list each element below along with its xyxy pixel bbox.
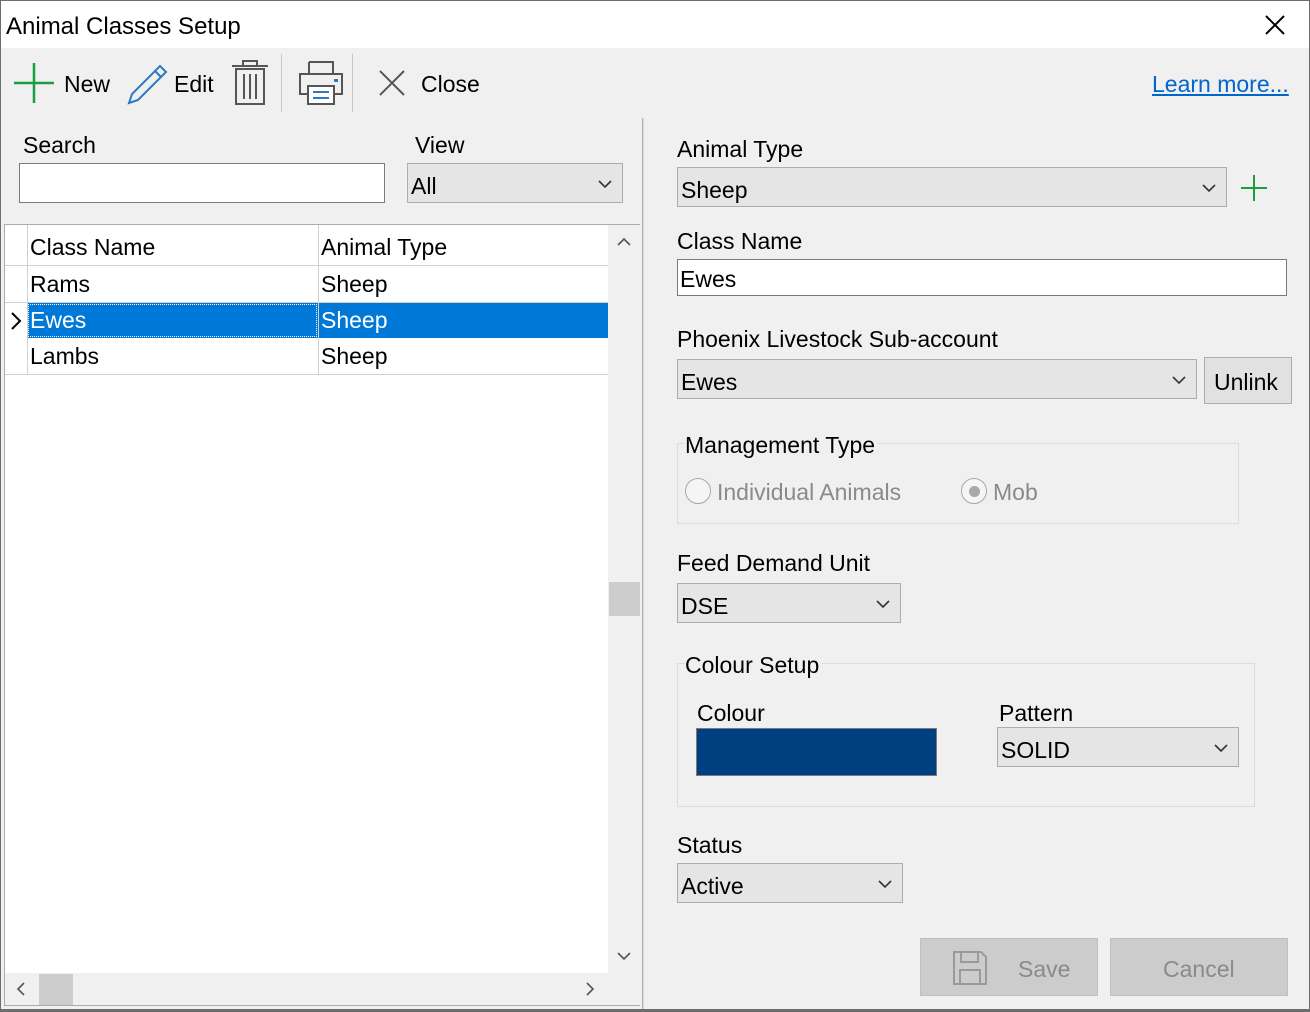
cell-animal-type: Sheep <box>321 343 388 369</box>
subaccount-select[interactable]: Ewes <box>677 359 1197 399</box>
chevron-down-icon <box>878 880 892 889</box>
class-name-label: Class Name <box>677 228 803 254</box>
pattern-value: SOLID <box>1001 737 1071 763</box>
grid-column-divider <box>318 225 319 375</box>
scroll-up-icon[interactable] <box>617 237 631 247</box>
close-label: Close <box>421 71 480 97</box>
chevron-down-icon <box>1214 744 1228 753</box>
colour-label: Colour <box>697 700 765 726</box>
new-label: New <box>64 71 111 97</box>
feed-demand-select[interactable]: DSE <box>677 583 901 623</box>
vertical-scroll-thumb[interactable] <box>609 582 640 616</box>
cell-class-name: Ewes <box>30 307 87 333</box>
unlink-button[interactable]: Unlink <box>1204 357 1292 404</box>
status-value: Active <box>681 873 744 899</box>
row-indicator-icon <box>11 312 22 330</box>
scroll-right-icon[interactable] <box>585 982 595 996</box>
learn-more-link[interactable]: Learn more... <box>1152 71 1289 98</box>
chevron-down-icon <box>1202 184 1216 193</box>
search-input[interactable] <box>19 163 385 203</box>
search-label: Search <box>23 132 96 158</box>
individual-animals-label: Individual Animals <box>717 479 902 505</box>
colour-setup-label: Colour Setup <box>685 654 823 677</box>
vertical-scrollbar[interactable] <box>608 225 640 973</box>
animal-type-select[interactable]: Sheep <box>677 167 1227 207</box>
window-title: Animal Classes Setup <box>6 13 241 40</box>
edit-label: Edit <box>174 71 214 97</box>
class-name-input[interactable]: Ewes <box>677 259 1287 296</box>
horizontal-scrollbar[interactable] <box>5 973 608 1005</box>
window-close-button[interactable] <box>1259 9 1291 41</box>
table-row[interactable]: Lambs Sheep <box>5 338 608 374</box>
subaccount-value: Ewes <box>681 369 738 395</box>
close-icon <box>379 70 405 96</box>
edit-button[interactable]: Edit <box>122 60 218 106</box>
pencil-icon <box>127 64 168 105</box>
status-select[interactable]: Active <box>677 863 903 903</box>
management-type-label: Management Type <box>685 434 879 457</box>
save-label: Save <box>1018 956 1071 982</box>
toolbar-separator <box>352 54 353 112</box>
grid-column-divider <box>27 225 28 375</box>
printer-icon <box>299 61 343 105</box>
plus-icon <box>14 63 54 103</box>
scrollbar-corner <box>608 973 640 1005</box>
feed-demand-label: Feed Demand Unit <box>677 550 871 576</box>
new-button[interactable]: New <box>10 60 118 106</box>
close-button[interactable]: Close <box>372 60 488 106</box>
close-icon <box>1265 15 1285 35</box>
cell-class-name: Lambs <box>30 343 100 369</box>
subaccount-label: Phoenix Livestock Sub-account <box>677 326 998 352</box>
table-row-selected[interactable]: Ewes Sheep <box>5 303 608 338</box>
cell-class-name: Rams <box>30 271 91 297</box>
cancel-label: Cancel <box>1163 956 1235 982</box>
class-name-value: Ewes <box>680 266 737 292</box>
scroll-left-icon[interactable] <box>16 982 26 996</box>
horizontal-scroll-thumb[interactable] <box>39 974 73 1005</box>
toolbar-separator <box>281 54 282 112</box>
feed-demand-value: DSE <box>681 593 729 619</box>
save-button[interactable]: Save <box>920 938 1098 996</box>
add-animal-type-button[interactable] <box>1239 173 1269 203</box>
column-header-class-name[interactable]: Class Name <box>27 229 317 265</box>
trash-icon <box>232 60 268 105</box>
mob-radio[interactable] <box>961 478 987 504</box>
mob-label: Mob <box>993 479 1038 505</box>
print-button[interactable] <box>296 58 346 108</box>
chevron-down-icon <box>876 600 890 609</box>
row-divider <box>5 374 608 375</box>
status-label: Status <box>677 832 743 858</box>
view-label: View <box>415 132 465 158</box>
view-select-value: All <box>411 173 437 199</box>
table-row[interactable]: Rams Sheep <box>5 266 608 302</box>
cancel-button[interactable]: Cancel <box>1110 938 1288 996</box>
scroll-down-icon[interactable] <box>617 951 631 961</box>
cell-animal-type: Sheep <box>321 271 388 297</box>
radio-selected-dot <box>969 486 980 497</box>
chevron-down-icon <box>1172 376 1186 385</box>
column-header-animal-type[interactable]: Animal Type <box>318 229 608 265</box>
unlink-label: Unlink <box>1214 369 1278 395</box>
chevron-down-icon <box>598 180 612 189</box>
class-grid: Class Name Animal Type Rams Sheep Ewes S… <box>4 224 640 1006</box>
save-icon <box>953 951 987 985</box>
individual-animals-radio[interactable] <box>685 478 711 504</box>
colour-swatch-button[interactable] <box>696 728 937 776</box>
pattern-select[interactable]: SOLID <box>997 727 1239 767</box>
view-select[interactable]: All <box>407 163 623 203</box>
animal-type-value: Sheep <box>681 177 748 203</box>
delete-button[interactable] <box>228 58 272 108</box>
cell-animal-type: Sheep <box>321 307 388 333</box>
pattern-label: Pattern <box>999 700 1074 726</box>
animal-type-label: Animal Type <box>677 136 804 162</box>
